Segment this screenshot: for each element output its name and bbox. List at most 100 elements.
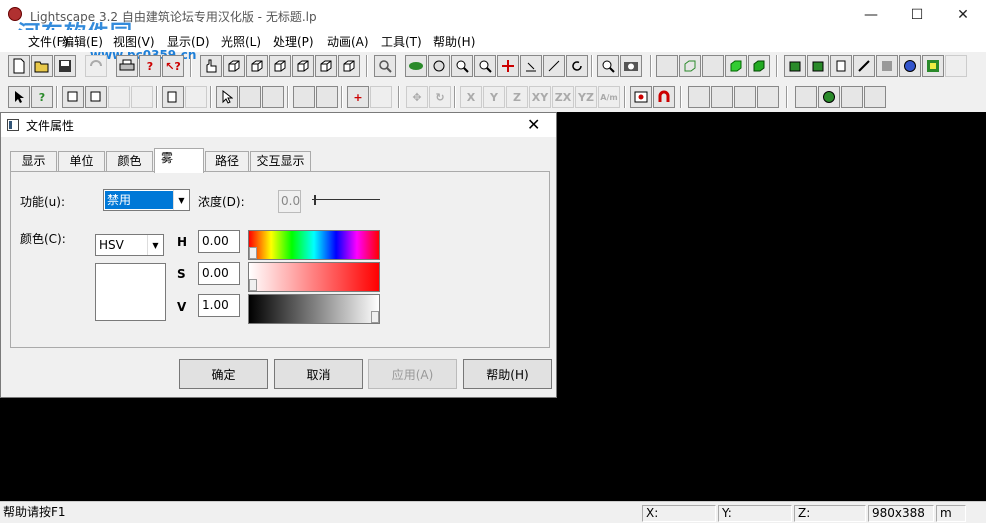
select-disabled-1-icon[interactable] [108,86,130,108]
open-folder-icon[interactable] [31,55,53,77]
fly-icon[interactable] [543,55,565,77]
plane-xy-button[interactable]: XY [529,86,551,108]
magnet-icon[interactable] [653,86,675,108]
globe-icon[interactable] [899,55,921,77]
copy-icon[interactable] [162,86,184,108]
person-icon-4[interactable] [757,86,779,108]
menu-light[interactable]: 光照(L) [221,33,261,50]
image-icon[interactable] [630,86,652,108]
minimize-button[interactable]: — [848,0,894,30]
brush-icon[interactable] [864,86,886,108]
tab-units[interactable]: 单位 [58,151,105,171]
zoom-extents-icon[interactable] [374,55,396,77]
layer-icon-1[interactable] [784,55,806,77]
axis-x-button[interactable]: X [460,86,482,108]
gray-square-icon[interactable] [876,55,898,77]
wireframe-cube-icon[interactable] [679,55,701,77]
dialog-close-icon[interactable]: ✕ [527,115,540,134]
zoom-window-icon[interactable] [597,55,619,77]
select-arrow-icon[interactable] [8,86,30,108]
filter-icon[interactable] [316,86,338,108]
density-slider[interactable] [312,195,380,207]
layer-select-icon[interactable] [293,86,315,108]
walk-icon[interactable] [520,55,542,77]
green-circle-icon[interactable] [818,86,840,108]
cube-view-5-icon[interactable] [315,55,337,77]
pan-move-icon[interactable] [497,55,519,77]
select-box-icon[interactable] [62,86,84,108]
render-disabled-icon[interactable] [945,55,967,77]
menu-help[interactable]: 帮助(H) [433,33,475,50]
tab-display[interactable]: 显示 [10,151,57,171]
close-button[interactable]: ✕ [940,0,986,30]
person-icon-3[interactable] [734,86,756,108]
menu-process[interactable]: 处理(P) [273,33,314,50]
rotate-icon[interactable]: ↻ [429,86,451,108]
undo-icon[interactable] [85,55,107,77]
orbit-eye-icon[interactable] [405,55,427,77]
shaded-cube-icon[interactable] [748,55,770,77]
help-button[interactable]: 帮助(H) [463,359,552,389]
move-icon[interactable]: ✥ [406,86,428,108]
save-icon[interactable] [54,55,76,77]
refresh-icon[interactable] [566,55,588,77]
layer-icon-2[interactable] [807,55,829,77]
hidden-line-icon[interactable] [702,55,724,77]
cube-view-3-icon[interactable] [269,55,291,77]
ok-button[interactable]: 确定 [179,359,268,389]
new-file-icon[interactable] [8,55,30,77]
solid-green-cube-icon[interactable] [725,55,747,77]
cube-view-1-icon[interactable] [223,55,245,77]
color-model-select[interactable]: HSV ▼ [95,234,164,256]
blank-display-icon[interactable] [656,55,678,77]
paste-icon[interactable] [185,86,207,108]
rotate-view-icon[interactable] [428,55,450,77]
copy-paste-icon[interactable] [841,86,863,108]
cube-view-4-icon[interactable] [292,55,314,77]
zoom-in-icon[interactable] [451,55,473,77]
add-point-icon[interactable]: + [347,86,369,108]
saturation-slider[interactable] [248,262,380,292]
tab-interactive-display[interactable]: 交互显示 [250,151,311,171]
cube-view-2-icon[interactable] [246,55,268,77]
apply-button[interactable]: 应用(A) [368,359,457,389]
axis-z-button[interactable]: Z [506,86,528,108]
walk-person-icon[interactable] [688,86,710,108]
person-icon-2[interactable] [711,86,733,108]
plane-yz-button[interactable]: YZ [575,86,597,108]
pick-camera-icon[interactable] [239,86,261,108]
tab-path[interactable]: 路径 [205,151,249,171]
menu-tools[interactable]: 工具(T) [381,33,422,50]
context-help-icon[interactable]: ↖? [162,55,184,77]
value-slider[interactable] [248,294,380,324]
function-select[interactable]: 禁用 ▼ [103,189,190,211]
hue-slider[interactable] [248,230,380,260]
help-icon[interactable]: ? [139,55,161,77]
hand-pointer-icon[interactable] [200,55,222,77]
maximize-button[interactable]: ☐ [894,0,940,30]
camera-icon[interactable] [620,55,642,77]
h-field[interactable]: 0.00 [198,230,240,253]
move-point-icon[interactable] [370,86,392,108]
ruler-icon[interactable] [853,55,875,77]
zoom-icon[interactable] [474,55,496,77]
density-field[interactable]: 0.0 [278,190,301,213]
axis-y-button[interactable]: Y [483,86,505,108]
aim-button[interactable]: A/m [598,86,620,108]
tab-fog[interactable]: 雾 [154,148,204,173]
menu-animation[interactable]: 动画(A) [327,33,369,50]
pick-filter-icon[interactable] [262,86,284,108]
select-zoom-icon[interactable] [85,86,107,108]
tab-color[interactable]: 颜色 [106,151,153,171]
select-query-icon[interactable]: ? [31,86,53,108]
cube-view-6-icon[interactable] [338,55,360,77]
v-field[interactable]: 1.00 [198,294,240,317]
texture-icon[interactable] [922,55,944,77]
cancel-button[interactable]: 取消 [274,359,363,389]
plane-zx-button[interactable]: ZX [552,86,574,108]
s-field[interactable]: 0.00 [198,262,240,285]
layers-stack-icon[interactable] [795,86,817,108]
pick-icon[interactable] [216,86,238,108]
select-disabled-2-icon[interactable] [131,86,153,108]
print-icon[interactable] [116,55,138,77]
